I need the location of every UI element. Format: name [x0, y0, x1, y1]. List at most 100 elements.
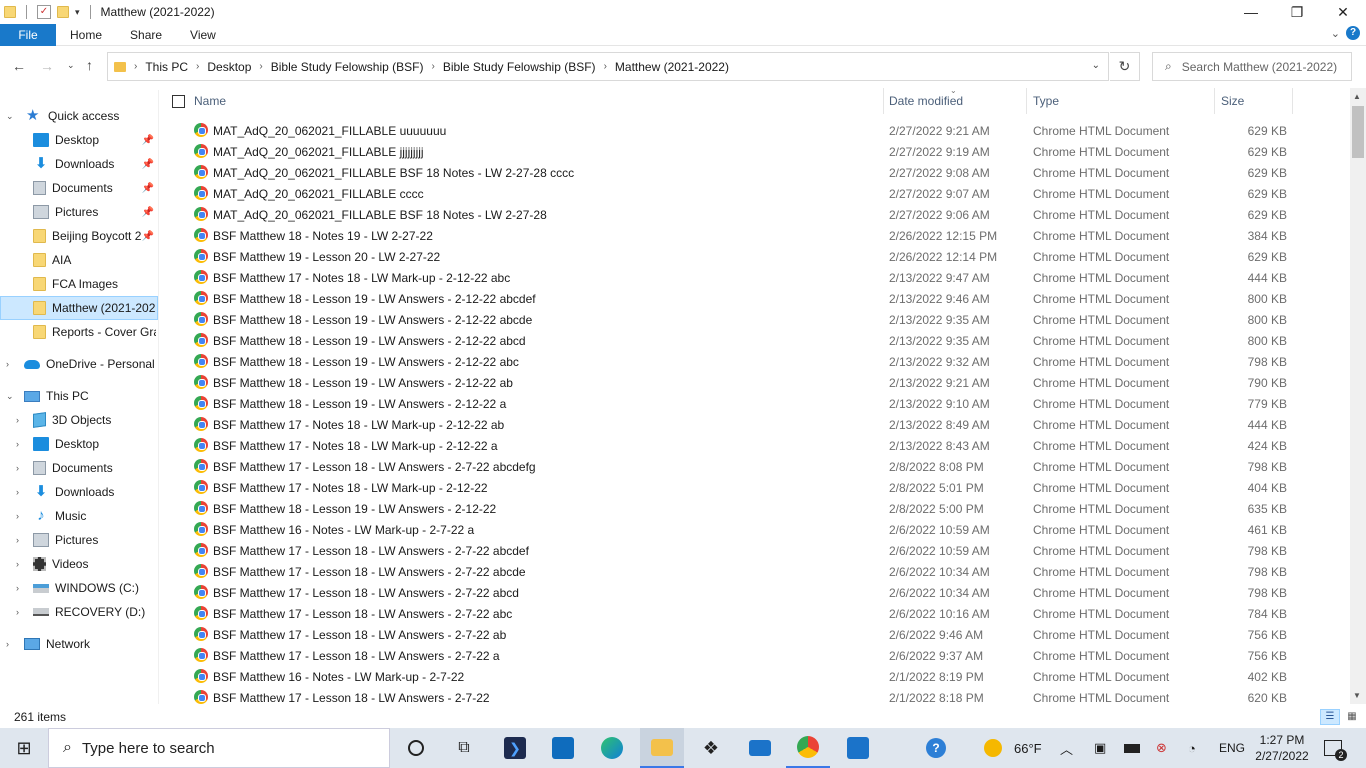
tab-home[interactable]: Home	[56, 24, 116, 46]
properties-icon[interactable]: ✓	[37, 5, 51, 19]
file-row[interactable]: BSF Matthew 17 - Lesson 18 - LW Answers …	[160, 603, 1350, 624]
sidebar-item-pc-downloads[interactable]: › ⬇ Downloads	[0, 480, 158, 504]
breadcrumb-bsf-sub[interactable]: Bible Study Felowship (BSF)	[443, 60, 596, 74]
pane-divider[interactable]	[158, 90, 159, 704]
breadcrumb-desktop[interactable]: Desktop	[207, 60, 251, 74]
tray-device[interactable]: ▣	[1094, 728, 1106, 768]
file-row[interactable]: BSF Matthew 17 - Lesson 18 - LW Answers …	[160, 687, 1350, 708]
sidebar-item-documents[interactable]: Documents 📌	[0, 176, 158, 200]
pin-icon[interactable]: 📌	[142, 135, 154, 146]
sidebar-item-desktop[interactable]: Desktop 📌	[0, 128, 158, 152]
file-row[interactable]: BSF Matthew 18 - Lesson 19 - LW Answers …	[160, 393, 1350, 414]
chevron-right-icon[interactable]: ›	[431, 61, 434, 72]
file-row[interactable]: MAT_AdQ_20_062021_FILLABLE cccc 2/27/2022…	[160, 183, 1350, 204]
minimize-button[interactable]: —	[1228, 0, 1274, 24]
chevron-right-icon[interactable]: ›	[16, 559, 19, 569]
breadcrumb-this-pc[interactable]: This PC	[145, 60, 188, 74]
file-row[interactable]: BSF Matthew 17 - Lesson 18 - LW Answers …	[160, 540, 1350, 561]
close-button[interactable]: ✕	[1320, 0, 1366, 24]
chevron-right-icon[interactable]: ›	[16, 415, 19, 425]
sidebar-item-videos[interactable]: › Videos	[0, 552, 158, 576]
file-row[interactable]: BSF Matthew 17 - Lesson 18 - LW Answers …	[160, 582, 1350, 603]
file-row[interactable]: BSF Matthew 19 - Lesson 20 - LW 2-27-22 2…	[160, 246, 1350, 267]
taskbar-dropbox[interactable]: ❖	[690, 728, 732, 768]
cortana-button[interactable]	[396, 728, 436, 768]
sidebar-item-recovery-d[interactable]: › RECOVERY (D:)	[0, 600, 158, 624]
breadcrumb-bsf[interactable]: Bible Study Felowship (BSF)	[271, 60, 424, 74]
file-row[interactable]: BSF Matthew 17 - Lesson 18 - LW Answers …	[160, 456, 1350, 477]
column-header-size[interactable]: Size	[1215, 88, 1293, 114]
file-tab[interactable]: File	[0, 23, 56, 46]
vertical-scrollbar[interactable]: ▲ ▼	[1350, 88, 1366, 704]
file-row[interactable]: BSF Matthew 17 - Notes 18 - LW Mark-up -…	[160, 477, 1350, 498]
customize-toolbar-icon[interactable]: ▾	[75, 7, 80, 18]
search-input[interactable]: ⌕ Search Matthew (2021-2022)	[1152, 52, 1352, 81]
file-row[interactable]: BSF Matthew 16 - Notes - LW Mark-up - 2-…	[160, 666, 1350, 687]
taskbar-chrome[interactable]	[786, 728, 830, 768]
file-row[interactable]: BSF Matthew 18 - Lesson 19 - LW Answers …	[160, 309, 1350, 330]
taskbar-store[interactable]	[542, 728, 584, 768]
scroll-thumb[interactable]	[1352, 106, 1364, 158]
sidebar-item-beijing-boycott[interactable]: Beijing Boycott 2 📌	[0, 224, 158, 248]
chevron-right-icon[interactable]: ›	[6, 639, 9, 649]
column-header-type[interactable]: Type	[1027, 88, 1215, 114]
file-row[interactable]: BSF Matthew 17 - Notes 18 - LW Mark-up -…	[160, 435, 1350, 456]
sidebar-item-quick-access[interactable]: ⌄ ★ Quick access	[0, 104, 158, 128]
sidebar-item-reports[interactable]: Reports - Cover Gra	[0, 320, 158, 344]
forward-arrow-icon[interactable]: →	[40, 58, 54, 74]
file-row[interactable]: BSF Matthew 17 - Notes 18 - LW Mark-up -…	[160, 267, 1350, 288]
file-row[interactable]: MAT_AdQ_20_062021_FILLABLE jjjjjjjjj 2/27…	[160, 141, 1350, 162]
sidebar-item-this-pc[interactable]: ⌄ This PC	[0, 384, 158, 408]
chevron-right-icon[interactable]: ›	[134, 61, 137, 72]
file-row[interactable]: BSF Matthew 17 - Notes 18 - LW Mark-up -…	[160, 414, 1350, 435]
taskbar-mail[interactable]	[738, 728, 782, 768]
chevron-right-icon[interactable]: ›	[16, 487, 19, 497]
chevron-right-icon[interactable]: ›	[16, 463, 19, 473]
chevron-right-icon[interactable]: ›	[6, 359, 9, 369]
file-row[interactable]: BSF Matthew 18 - Lesson 19 - LW Answers …	[160, 330, 1350, 351]
task-view-button[interactable]: ⧉	[444, 728, 484, 768]
sidebar-item-pictures[interactable]: Pictures 📌	[0, 200, 158, 224]
help-icon[interactable]: ?	[1346, 26, 1360, 40]
chevron-down-icon[interactable]: ⌄	[1092, 60, 1100, 71]
maximize-button[interactable]: ❐	[1274, 0, 1320, 24]
notifications-button[interactable]: 2	[1324, 728, 1347, 768]
chevron-right-icon[interactable]: ›	[16, 439, 19, 449]
taskbar-edge[interactable]	[590, 728, 634, 768]
file-row[interactable]: BSF Matthew 16 - Notes - LW Mark-up - 2-…	[160, 519, 1350, 540]
recent-locations-icon[interactable]: ⌄	[67, 60, 75, 71]
pin-icon[interactable]: 📌	[142, 207, 154, 218]
sidebar-item-fca-images[interactable]: FCA Images	[0, 272, 158, 296]
file-row[interactable]: BSF Matthew 18 - Lesson 19 - LW Answers …	[160, 351, 1350, 372]
pin-icon[interactable]: 📌	[142, 159, 154, 170]
back-arrow-icon[interactable]: ←	[12, 58, 26, 74]
chevron-down-icon[interactable]: ⌄	[6, 111, 14, 122]
chevron-right-icon[interactable]: ›	[16, 535, 19, 545]
help-tray[interactable]: ?	[926, 728, 946, 768]
taskbar-search[interactable]: ⌕ Type here to search	[48, 728, 390, 768]
file-row[interactable]: MAT_AdQ_20_062021_FILLABLE uuuuuuu 2/27/2…	[160, 120, 1350, 141]
file-row[interactable]: BSF Matthew 17 - Lesson 18 - LW Answers …	[160, 624, 1350, 645]
sidebar-item-pc-documents[interactable]: › Documents	[0, 456, 158, 480]
file-row[interactable]: BSF Matthew 17 - Lesson 18 - LW Answers …	[160, 561, 1350, 582]
tab-share[interactable]: Share	[116, 24, 176, 46]
pin-icon[interactable]: 📌	[142, 231, 154, 242]
tray-language[interactable]: ENG	[1219, 728, 1245, 768]
chevron-right-icon[interactable]: ›	[16, 607, 19, 617]
chevron-right-icon[interactable]: ›	[16, 511, 19, 521]
sidebar-item-matthew[interactable]: Matthew (2021-2022)	[0, 296, 158, 320]
weather-widget[interactable]: 66°F	[984, 728, 1042, 768]
chevron-right-icon[interactable]: ›	[259, 61, 262, 72]
file-row[interactable]: BSF Matthew 17 - Lesson 18 - LW Answers …	[160, 645, 1350, 666]
chevron-right-icon[interactable]: ›	[16, 583, 19, 593]
sidebar-item-onedrive[interactable]: › OneDrive - Personal	[0, 352, 158, 376]
taskbar-app-2[interactable]	[836, 728, 880, 768]
show-hidden-icons[interactable]: ︿	[1060, 728, 1073, 768]
sidebar-item-pc-pictures[interactable]: › Pictures	[0, 528, 158, 552]
select-all-checkbox[interactable]	[172, 95, 185, 108]
file-row[interactable]: MAT_AdQ_20_062021_FILLABLE BSF 18 Notes …	[160, 162, 1350, 183]
expand-ribbon-icon[interactable]: ⌄	[1331, 27, 1340, 40]
file-row[interactable]: BSF Matthew 18 - Notes 19 - LW 2-27-22 2/…	[160, 225, 1350, 246]
taskbar-file-explorer[interactable]	[640, 728, 684, 768]
large-icons-view-icon[interactable]: ▦	[1344, 709, 1360, 725]
